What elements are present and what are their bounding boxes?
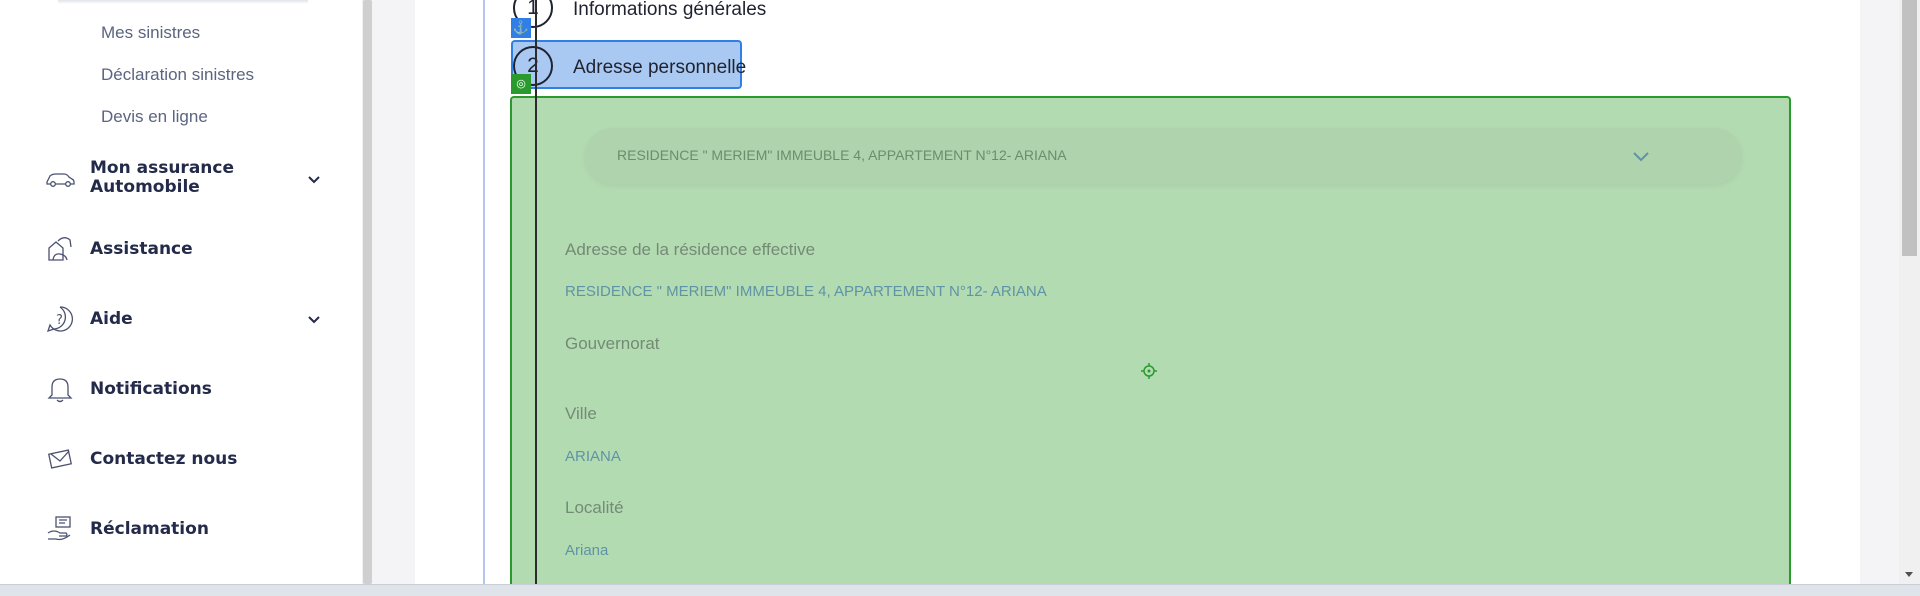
- anchor-icon: ⚓: [511, 18, 531, 38]
- car-icon: [44, 163, 76, 195]
- sidebar-item-mon-assurance-automobile[interactable]: Mon assurance Automobile: [40, 157, 330, 201]
- sidebar-item-label: Réclamation: [90, 519, 209, 539]
- value-localite: Ariana: [565, 542, 609, 559]
- svg-text:?: ?: [56, 313, 63, 328]
- label-ville: Ville: [565, 404, 597, 423]
- sidebar-item-label: Aide: [90, 309, 133, 329]
- envelope-icon: [44, 443, 76, 475]
- sidebar-item-notifications[interactable]: Notifications: [40, 367, 330, 411]
- chevron-down-icon: [1631, 148, 1651, 164]
- bell-icon: [44, 373, 76, 405]
- sidebar-item-label-line1: Mon assurance: [90, 158, 234, 178]
- sidebar-item-label: Notifications: [90, 379, 212, 399]
- chevron-down-icon[interactable]: [306, 171, 322, 187]
- label-localite: Localité: [565, 498, 624, 517]
- horizontal-scrollbar[interactable]: [0, 584, 1920, 596]
- complaint-icon: [44, 513, 76, 545]
- sidebar-item-assistance[interactable]: Assistance: [40, 227, 330, 271]
- stepper-connector: [483, 0, 485, 584]
- address-select[interactable]: RESIDENCE " MERIEM" IMMEUBLE 4, APPARTEM…: [585, 128, 1742, 184]
- assistance-icon: [44, 233, 76, 265]
- label-adresse-residence: Adresse de la résidence effective: [565, 240, 816, 259]
- stepper-active-line: [535, 0, 537, 595]
- sidebar-subitem-devis-en-ligne[interactable]: Devis en ligne: [101, 107, 208, 127]
- value-ville: ARIANA: [565, 448, 621, 465]
- sidebar-item-reclamation[interactable]: Réclamation: [40, 507, 330, 551]
- sidebar-item-contactez-nous[interactable]: Contactez nous: [40, 437, 330, 481]
- sidebar-item-label-line2: Automobile: [90, 177, 200, 197]
- value-adresse-residence: RESIDENCE " MERIEM" IMMEUBLE 4, APPARTEM…: [565, 283, 1047, 300]
- step-1-label[interactable]: Informations générales: [573, 0, 766, 21]
- sidebar-top-divider: [58, 0, 308, 4]
- label-gouvernorat: Gouvernorat: [565, 334, 660, 353]
- step-2-label[interactable]: Adresse personnelle: [573, 57, 746, 79]
- target-icon: ◎: [511, 74, 531, 94]
- sidebar-item-aide[interactable]: ? Aide: [40, 297, 330, 341]
- crosshair-icon: [1141, 363, 1157, 379]
- chevron-down-icon[interactable]: [306, 311, 322, 327]
- scroll-down-icon[interactable]: [1904, 566, 1914, 577]
- sidebar-subitem-declaration-sinistres[interactable]: Déclaration sinistres: [101, 65, 254, 85]
- sidebar-item-label: Contactez nous: [90, 449, 238, 469]
- sidebar-subitem-mes-sinistres[interactable]: Mes sinistres: [101, 23, 200, 43]
- page-scrollbar-thumb[interactable]: [1902, 0, 1917, 256]
- address-select-value: RESIDENCE " MERIEM" IMMEUBLE 4, APPARTEM…: [617, 147, 1067, 163]
- sidebar: Mes sinistres Déclaration sinistres Devi…: [0, 0, 362, 584]
- help-icon: ?: [44, 303, 76, 335]
- sidebar-scrollbar-thumb[interactable]: [363, 0, 372, 584]
- sidebar-item-label: Assistance: [90, 239, 193, 259]
